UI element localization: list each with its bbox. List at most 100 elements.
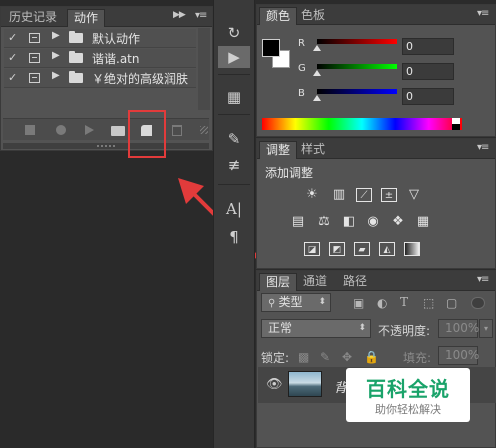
double-chevron-right-icon[interactable]: ▶▶: [173, 10, 186, 20]
black-white-ramp[interactable]: [452, 118, 460, 130]
tab-paths[interactable]: 路径: [337, 273, 373, 291]
check-icon[interactable]: ✓: [8, 31, 17, 44]
type-filter-icon[interactable]: T: [400, 295, 408, 309]
action-set-label: 谐谐.atn: [92, 52, 140, 66]
action-row[interactable]: ✓ ▶ 默认动作: [4, 29, 196, 48]
red-slider-thumb[interactable]: [313, 45, 321, 51]
adjustment-filter-icon[interactable]: ◐: [377, 296, 387, 310]
actions-toolbar: [3, 118, 209, 140]
record-icon[interactable]: [56, 125, 66, 135]
tab-styles[interactable]: 样式: [295, 141, 331, 159]
fill-field[interactable]: 100%: [438, 346, 479, 365]
red-slider-track[interactable]: [317, 39, 397, 44]
action-row[interactable]: ✓ ▶ ￥绝对的高级润肤: [4, 69, 196, 88]
curves-icon[interactable]: ⟋: [356, 188, 372, 202]
panel-menu-icon[interactable]: ▾≡: [477, 8, 489, 19]
opacity-dropdown-arrow-icon[interactable]: ▾: [479, 319, 493, 338]
tab-channels[interactable]: 通道: [297, 273, 333, 291]
lock-image-icon[interactable]: ✎: [320, 350, 330, 364]
expand-triangle-icon[interactable]: ▶: [52, 70, 60, 81]
check-icon[interactable]: ✓: [8, 51, 17, 64]
lock-label: 锁定:: [261, 351, 290, 365]
vibrance-icon[interactable]: ▽: [406, 188, 422, 202]
tab-actions[interactable]: 动作: [67, 9, 106, 27]
green-slider-track[interactable]: [317, 64, 397, 69]
resize-grip-icon[interactable]: [200, 126, 208, 134]
new-set-folder-icon[interactable]: [111, 126, 125, 136]
strip-divider: [218, 184, 250, 185]
invert-icon[interactable]: ◪: [304, 242, 320, 256]
expand-triangle-icon[interactable]: ▶: [52, 50, 60, 61]
tab-adjustments[interactable]: 调整: [259, 141, 298, 159]
stop-icon[interactable]: [25, 125, 35, 135]
green-value-field[interactable]: 0: [402, 63, 454, 80]
adjustments-panel: 调整 样式 ▾≡ 添加调整 ☀ ▥ ⟋ ± ▽ ▤ ⚖ ◧ ◉ ❖ ▦ ◪ ◩ …: [256, 138, 496, 269]
selective-color-icon[interactable]: ◭: [379, 242, 395, 256]
actions-scrollbar[interactable]: [198, 28, 210, 110]
dialog-toggle-icon[interactable]: [29, 33, 40, 43]
strip-divider: [218, 114, 250, 115]
posterize-icon[interactable]: ◩: [329, 242, 345, 256]
color-lookup-icon[interactable]: ▦: [415, 215, 431, 229]
action-row[interactable]: ✓ ▶ 谐谐.atn: [4, 49, 196, 68]
search-icon: ⚲: [268, 298, 279, 309]
dialog-toggle-icon[interactable]: [29, 53, 40, 63]
dialog-toggle-icon[interactable]: [29, 73, 40, 83]
brightness-icon[interactable]: ☀: [304, 188, 320, 202]
black-white-icon[interactable]: ◧: [341, 215, 357, 229]
delete-icon[interactable]: [172, 125, 182, 136]
shape-filter-icon[interactable]: ⬚: [423, 296, 434, 310]
gradient-map-icon[interactable]: [404, 242, 420, 256]
play-icon[interactable]: [85, 125, 94, 135]
check-icon[interactable]: ✓: [8, 71, 17, 84]
channel-mixer-icon[interactable]: ❖: [390, 215, 406, 229]
lock-position-icon[interactable]: ✥: [342, 350, 352, 364]
character-icon[interactable]: A|: [218, 198, 250, 220]
tab-swatches[interactable]: 色板: [295, 7, 331, 25]
tab-layers[interactable]: 图层: [259, 273, 298, 291]
foreground-color-swatch[interactable]: [262, 39, 280, 57]
panel-menu-icon[interactable]: ▾≡: [477, 274, 489, 285]
photo-filter-icon[interactable]: ◉: [365, 215, 381, 229]
blue-value-field[interactable]: 0: [402, 88, 454, 105]
tab-history[interactable]: 历史记录: [3, 9, 63, 27]
pixel-filter-icon[interactable]: ▣: [353, 296, 364, 310]
lock-all-icon[interactable]: 🔒: [364, 350, 379, 364]
actions-play-icon[interactable]: ▶: [218, 46, 250, 68]
panel-menu-icon[interactable]: ▾≡: [477, 142, 489, 153]
blend-mode-select[interactable]: 正常 ⬍: [261, 319, 371, 338]
layer-thumbnail[interactable]: [288, 371, 322, 397]
adjustments-panel-tabbar: 调整 样式 ▾≡: [257, 139, 495, 159]
filter-toggle-switch[interactable]: [471, 297, 485, 309]
blue-slider-thumb[interactable]: [313, 95, 321, 101]
eye-visibility-icon[interactable]: 👁: [266, 377, 283, 392]
exposure-icon[interactable]: ±: [381, 188, 397, 202]
brush-presets-icon[interactable]: ≢: [218, 154, 250, 176]
color-panel-tabbar: 颜色 色板 ▾≡: [257, 5, 495, 25]
expand-triangle-icon[interactable]: ▶: [52, 30, 60, 41]
paragraph-icon[interactable]: ¶: [218, 226, 250, 248]
levels-icon[interactable]: ▥: [331, 188, 347, 202]
folder-icon: [69, 31, 83, 43]
smart-object-filter-icon[interactable]: ▢: [446, 296, 457, 310]
red-value-field[interactable]: 0: [402, 38, 454, 55]
history-brush-icon[interactable]: ↻: [218, 22, 250, 44]
color-balance-icon[interactable]: ⚖: [316, 215, 332, 229]
opacity-field[interactable]: 100%: [438, 319, 479, 338]
lock-transparent-icon[interactable]: ▩: [298, 350, 309, 364]
hue-saturation-icon[interactable]: ▤: [290, 215, 306, 229]
blue-slider-track[interactable]: [317, 89, 397, 94]
panel-menu-icon[interactable]: ▾≡: [195, 10, 207, 21]
strip-divider: [218, 74, 250, 75]
layer-filter-select[interactable]: ⚲ 类型 ⬍: [261, 293, 331, 312]
color-spectrum-ramp[interactable]: [262, 118, 462, 130]
blend-mode-value: 正常: [268, 321, 293, 335]
channel-label-g: G: [298, 63, 306, 74]
threshold-icon[interactable]: ▰: [354, 242, 370, 256]
panel-divider[interactable]: [3, 143, 209, 149]
properties-icon[interactable]: ▦: [218, 86, 250, 108]
adjustments-heading: 添加调整: [265, 166, 314, 180]
tab-color[interactable]: 颜色: [259, 7, 298, 25]
green-slider-thumb[interactable]: [313, 70, 321, 76]
brush-icon[interactable]: ✎: [218, 128, 250, 150]
